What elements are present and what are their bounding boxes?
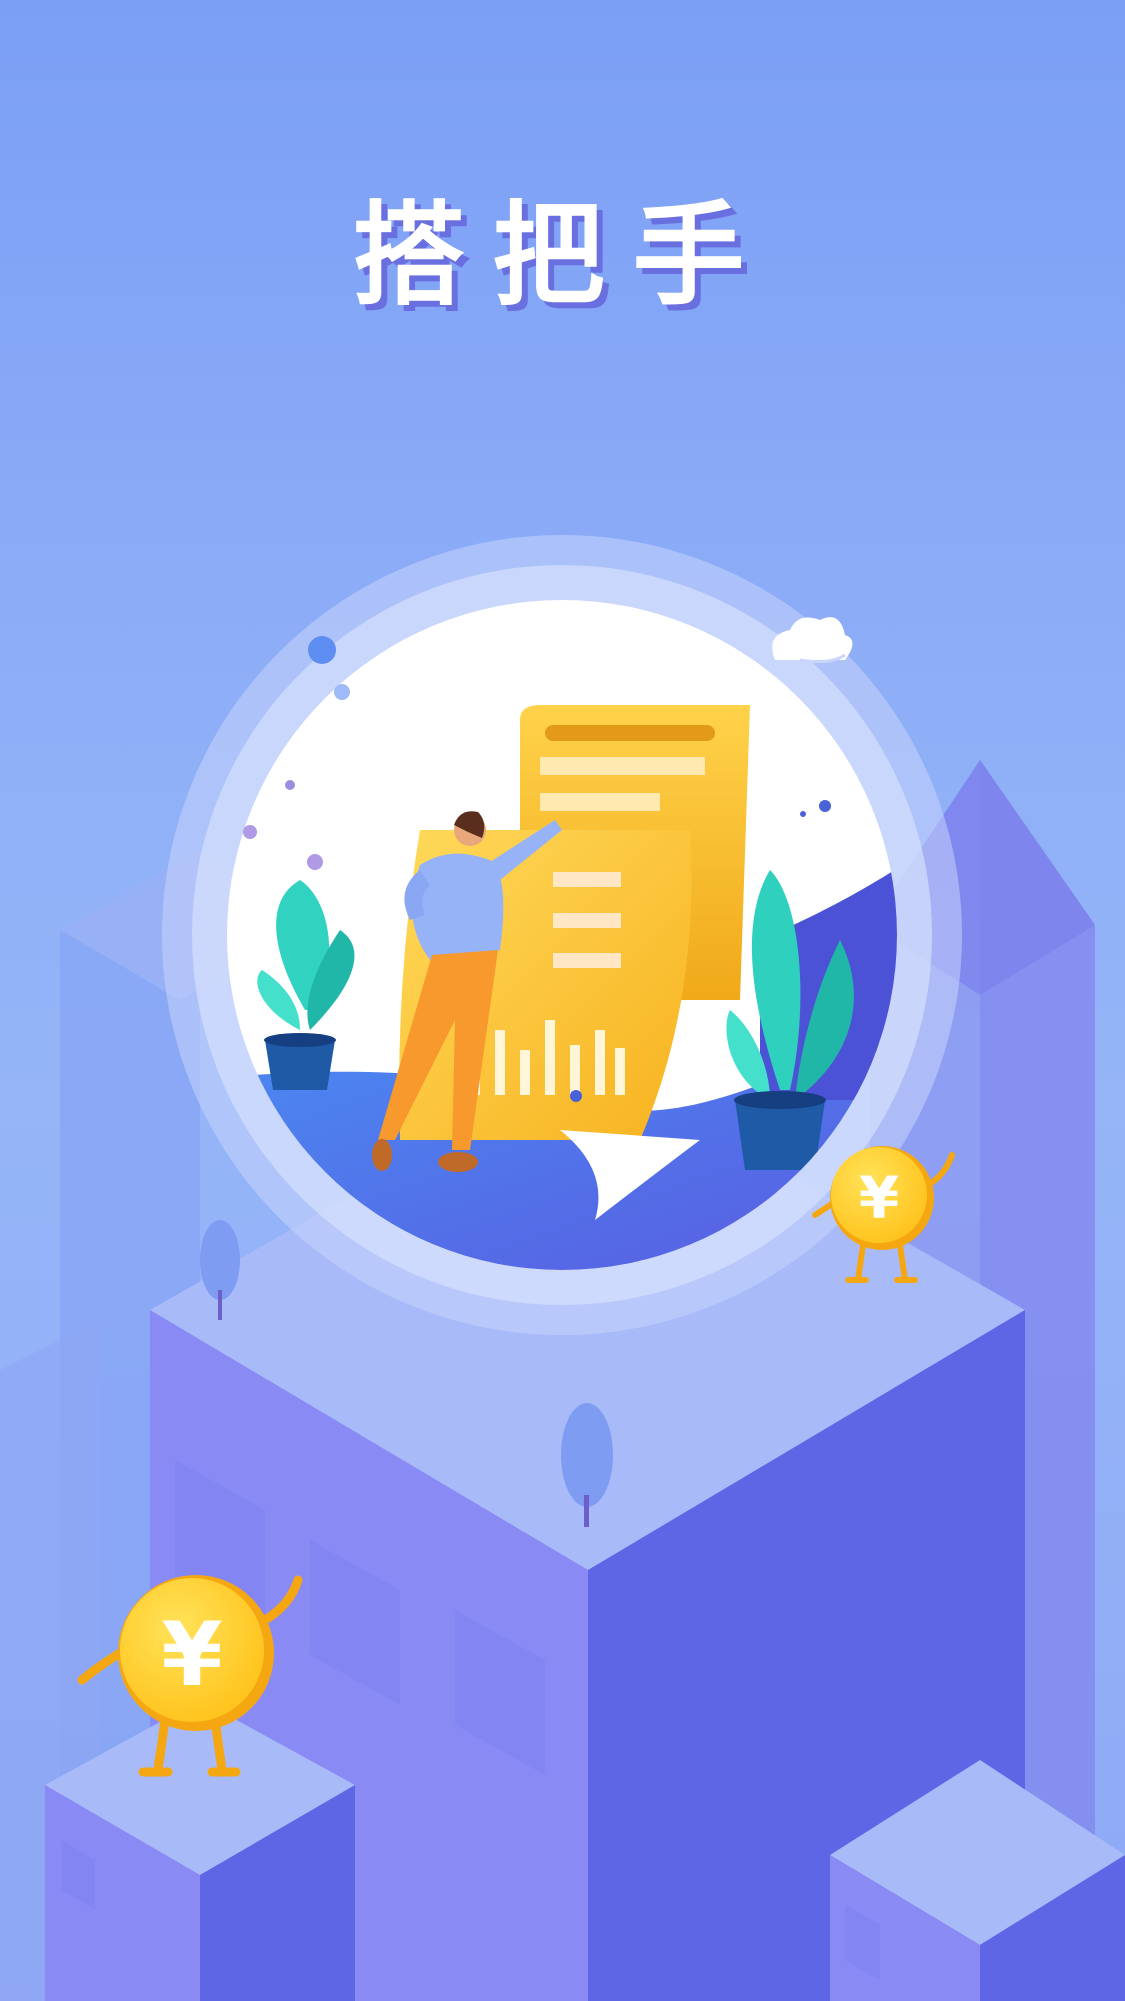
coin-symbol: ¥ <box>161 1603 222 1706</box>
coin-symbol: ¥ <box>859 1164 899 1232</box>
app-title: 搭把手 <box>352 191 773 321</box>
